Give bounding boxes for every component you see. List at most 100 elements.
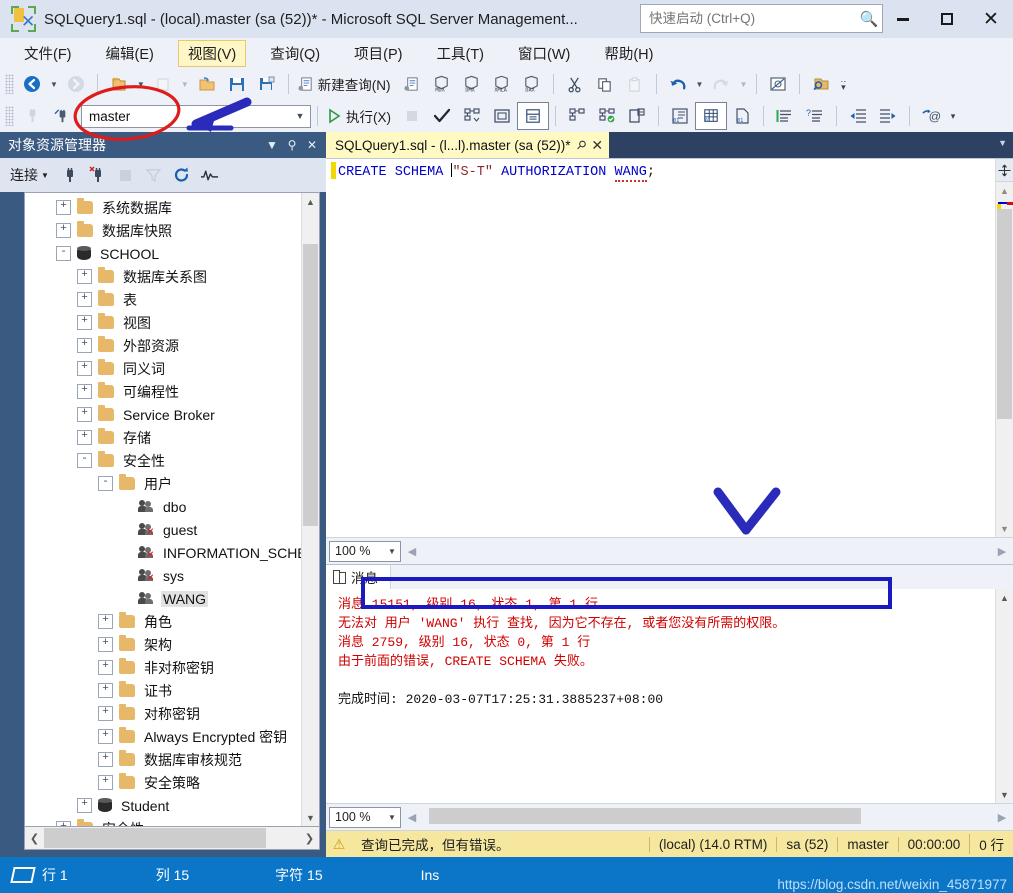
tree-node[interactable]: + 角色 <box>25 610 301 633</box>
pin-icon[interactable]: ⚲ <box>573 137 589 153</box>
copy-icon[interactable] <box>590 71 620 97</box>
new-project-icon[interactable]: ✳ <box>104 71 134 97</box>
disconnect-icon[interactable] <box>57 163 83 187</box>
messages-text[interactable]: 消息 15151, 级别 16, 状态 1, 第 1 行无法对 用户 'WANG… <box>326 589 995 803</box>
results-to-grid-icon[interactable]: 01 <box>695 102 727 130</box>
messages-vertical-scrollbar[interactable]: ▲ ▼ <box>995 589 1013 803</box>
tree-node[interactable]: + 数据库关系图 <box>25 265 301 288</box>
tree-node[interactable]: + 证书 <box>25 679 301 702</box>
open-file-icon[interactable] <box>192 71 222 97</box>
quick-launch-input[interactable] <box>641 10 856 27</box>
query-options-icon[interactable] <box>487 103 517 129</box>
menu-window[interactable]: 窗口(W) <box>508 40 580 67</box>
expand-icon[interactable]: + <box>98 614 113 629</box>
results-hscroll-track[interactable] <box>423 805 991 829</box>
undo-icon[interactable] <box>663 71 693 97</box>
scroll-right-icon[interactable]: ▶ <box>991 811 1013 824</box>
results-zoom-select[interactable]: 100 % ▼ <box>329 806 401 828</box>
editor-scroll-thumb[interactable] <box>997 209 1012 419</box>
object-explorer-tree[interactable]: + 系统数据库 + 数据库快照 - SCHOOL + 数据库关系图 + 表 + 视图 + 外部资源 + 同义词… <box>25 193 301 826</box>
tree-node[interactable]: + 安全策略 <box>25 771 301 794</box>
expand-icon[interactable]: + <box>77 384 92 399</box>
tree-node[interactable]: + 存储 <box>25 426 301 449</box>
tab-messages[interactable]: 消息 <box>326 565 391 589</box>
chevron-down-icon[interactable]: ▼ <box>290 111 310 121</box>
editor-vertical-scrollbar[interactable]: ▲ ▼ <box>995 159 1013 537</box>
split-editor-icon[interactable] <box>996 159 1013 182</box>
expand-icon[interactable]: + <box>77 292 92 307</box>
tree-node[interactable]: + 表 <box>25 288 301 311</box>
undo-dropdown-icon[interactable]: ▼ <box>696 80 704 89</box>
tree-node[interactable]: + 安全性 <box>25 817 301 826</box>
display-estimated-plan-icon[interactable] <box>457 103 487 129</box>
collapse-icon[interactable]: - <box>56 246 71 261</box>
chevron-down-icon[interactable]: ▼ <box>384 547 400 556</box>
editor-code[interactable]: CREATE SCHEMA "S-T" AUTHORIZATION WANG; <box>338 159 995 537</box>
expand-icon[interactable]: + <box>98 729 113 744</box>
save-all-icon[interactable] <box>252 71 282 97</box>
tree-node[interactable]: + 数据库审核规范 <box>25 748 301 771</box>
tab-sqlquery1[interactable]: SQLQuery1.sql - (l...l).master (sa (52))… <box>326 132 610 158</box>
scroll-up-icon[interactable]: ▲ <box>302 193 319 210</box>
sql-toolbar-grip[interactable] <box>5 106 14 126</box>
tree-node[interactable]: + Student <box>25 794 301 817</box>
tree-node[interactable]: + Always Encrypted 密钥 <box>25 725 301 748</box>
include-client-statistics-icon[interactable] <box>622 103 652 129</box>
tree-node[interactable]: + 非对称密钥 <box>25 656 301 679</box>
scroll-right-icon[interactable]: ▶ <box>991 545 1013 558</box>
increase-indent-icon[interactable] <box>873 103 903 129</box>
menu-query[interactable]: 查询(Q) <box>260 40 330 67</box>
find-in-files-icon[interactable] <box>806 71 836 97</box>
new-xmla-query-icon[interactable]: XMLA <box>487 71 517 97</box>
search-icon[interactable]: 🔍 <box>856 10 882 28</box>
scroll-down-icon[interactable]: ▼ <box>996 786 1013 803</box>
specify-values-for-parameters-icon[interactable]: @ <box>916 103 946 129</box>
back-dropdown-icon[interactable]: ▼ <box>50 80 58 89</box>
menu-view[interactable]: 视图(V) <box>177 39 247 67</box>
expand-icon[interactable]: + <box>77 430 92 445</box>
editor-horizontal-scrollbar[interactable]: ◀ ▶ <box>401 539 1013 563</box>
expand-icon[interactable]: + <box>77 798 92 813</box>
maximize-button[interactable] <box>925 0 969 38</box>
sql-toolbar-overflow-button[interactable]: ▾ <box>946 112 960 121</box>
tree-node[interactable]: + 系统数据库 <box>25 196 301 219</box>
tab-close-icon[interactable]: ✕ <box>591 137 603 154</box>
include-actual-plan-icon[interactable] <box>562 103 592 129</box>
expand-icon[interactable]: + <box>56 223 71 238</box>
expand-icon[interactable]: + <box>77 407 92 422</box>
results-to-file-icon[interactable]: 01 <box>727 103 757 129</box>
menu-edit[interactable]: 编辑(E) <box>96 40 164 67</box>
scroll-up-icon[interactable]: ▲ <box>996 182 1013 199</box>
scroll-track[interactable] <box>302 210 319 809</box>
menu-project[interactable]: 项目(P) <box>344 40 412 67</box>
tab-list-dropdown-icon[interactable]: ▼ <box>998 138 1007 148</box>
tree-node[interactable]: dbo <box>25 495 301 518</box>
tree-node[interactable]: + 外部资源 <box>25 334 301 357</box>
chevron-down-icon[interactable]: ▼ <box>384 813 400 822</box>
navigate-back-icon[interactable] <box>17 71 47 97</box>
editor-zoom-select[interactable]: 100 % ▼ <box>329 540 401 562</box>
menu-file[interactable]: 文件(F) <box>14 40 82 67</box>
scroll-right-icon[interactable]: ❯ <box>300 832 319 845</box>
editor-text-area[interactable]: CREATE SCHEMA "S-T" AUTHORIZATION WANG; <box>326 159 995 537</box>
tree-node[interactable]: + Service Broker <box>25 403 301 426</box>
tree-node[interactable]: ✕ guest <box>25 518 301 541</box>
results-to-text-mode-icon[interactable]: 01 <box>665 103 695 129</box>
parse-check-icon[interactable] <box>427 103 457 129</box>
expand-icon[interactable]: + <box>77 361 92 376</box>
scroll-left-icon[interactable]: ❮ <box>25 832 44 845</box>
scroll-down-icon[interactable]: ▼ <box>302 809 319 826</box>
messages-scroll-track[interactable] <box>996 606 1013 786</box>
tree-node[interactable]: - SCHOOL <box>25 242 301 265</box>
new-dax-query-icon[interactable]: DAX <box>517 71 547 97</box>
expand-icon[interactable]: + <box>98 660 113 675</box>
expand-icon[interactable]: + <box>98 706 113 721</box>
new-query-with-connection-icon[interactable] <box>397 71 427 97</box>
collapse-icon[interactable]: - <box>98 476 113 491</box>
tree-node[interactable]: ✕ sys <box>25 564 301 587</box>
expand-icon[interactable]: + <box>77 315 92 330</box>
editor-scroll-track[interactable] <box>996 209 1013 520</box>
menu-tools[interactable]: 工具(T) <box>426 40 494 67</box>
tree-node[interactable]: + 对称密钥 <box>25 702 301 725</box>
new-query-button[interactable]: 新建查询(N) <box>295 71 397 97</box>
